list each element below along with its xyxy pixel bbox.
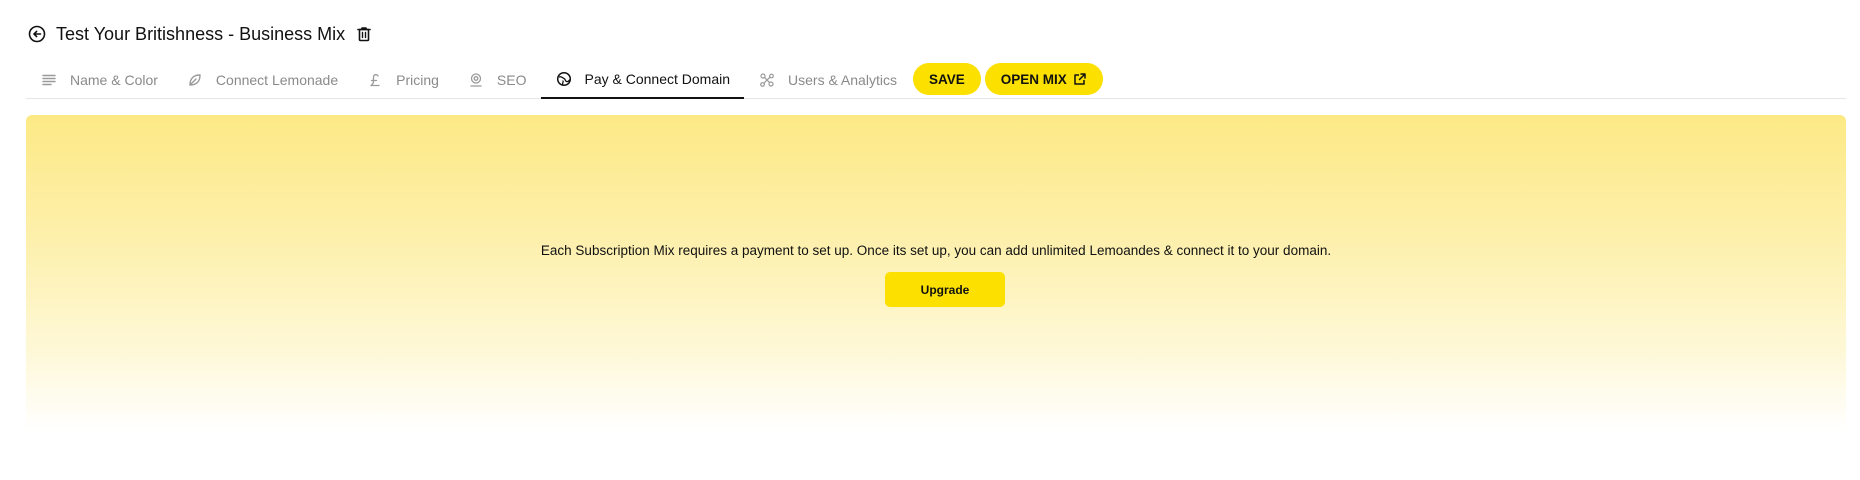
text-lines-icon: [40, 71, 58, 89]
open-mix-label: OPEN MIX: [1000, 71, 1067, 87]
tab-name-color[interactable]: Name & Color: [26, 61, 172, 99]
open-mix-button[interactable]: OPEN MIX: [984, 63, 1103, 95]
tab-label: Name & Color: [70, 72, 158, 88]
tab-pay-connect-domain[interactable]: Pay & Connect Domain: [540, 61, 745, 99]
payment-message: Each Subscription Mix requires a payment…: [540, 243, 1332, 258]
tab-label: Pay & Connect Domain: [584, 71, 731, 87]
leaf-icon: [186, 71, 204, 89]
back-arrow-circle-icon[interactable]: [26, 23, 48, 45]
external-link-icon: [1073, 72, 1087, 86]
tab-label: SEO: [496, 72, 527, 88]
page-title: Test Your Britishness - Business Mix: [56, 23, 346, 44]
tab-label: Pricing: [396, 72, 439, 88]
trash-icon[interactable]: [353, 23, 375, 45]
tab-connect-lemonade[interactable]: Connect Lemonade: [172, 61, 352, 99]
tab-label: Connect Lemonade: [215, 72, 339, 88]
tab-users-analytics[interactable]: Users & Analytics: [744, 61, 911, 99]
tab-pricing[interactable]: Pricing: [352, 61, 453, 99]
upgrade-panel: Each Subscription Mix requires a payment…: [26, 115, 1846, 431]
network-icon: [758, 71, 776, 89]
tab-label: Users & Analytics: [788, 72, 897, 88]
save-button[interactable]: SAVE: [912, 63, 981, 95]
page-header: Test Your Britishness - Business Mix: [26, 20, 375, 48]
upgrade-button[interactable]: Upgrade: [885, 272, 1005, 307]
tab-bar: Name & Color Connect Lemonade Pricing SE…: [26, 60, 1846, 99]
map-pin-icon: [467, 71, 485, 89]
tab-seo[interactable]: SEO: [453, 61, 541, 99]
globe-icon: [555, 70, 573, 88]
pound-sign-icon: [366, 71, 384, 89]
